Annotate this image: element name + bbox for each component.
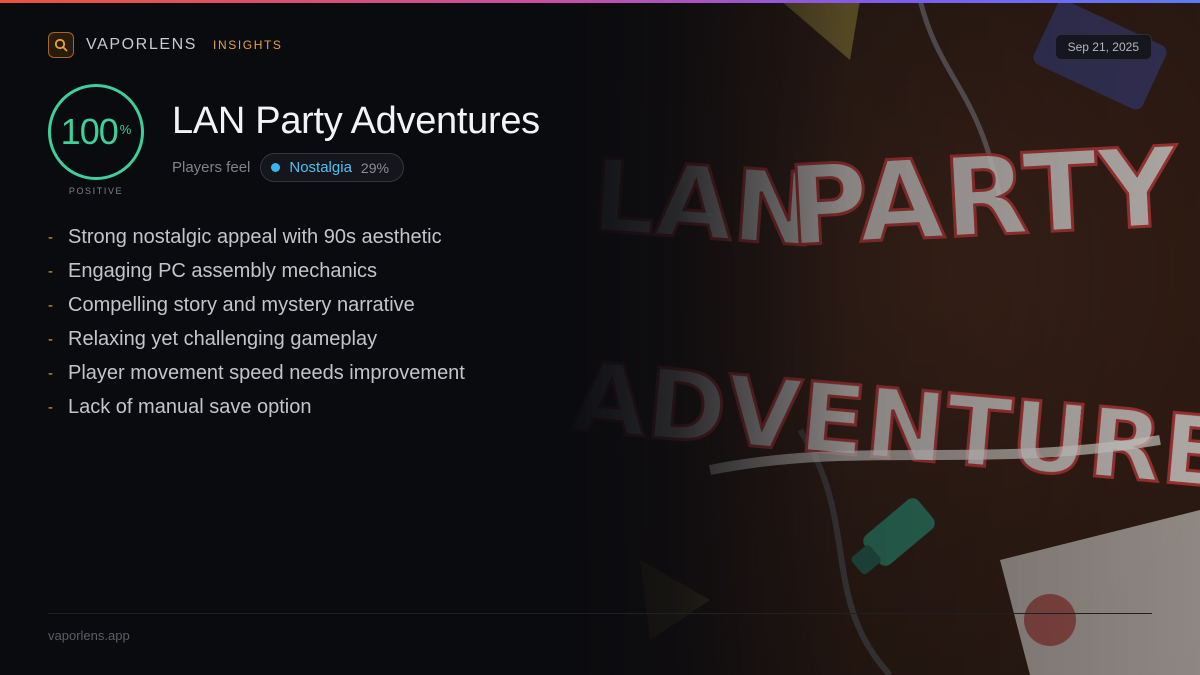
emotion-percent: 29% (360, 159, 389, 176)
score-ring: 100 % (48, 84, 144, 180)
emotion-name: Nostalgia (289, 159, 352, 176)
dash-bullet-icon: - (48, 398, 53, 416)
player-feel-label: Players feel (172, 159, 251, 176)
score-label: POSITIVE (68, 186, 124, 196)
insight-text: Relaxing yet challenging gameplay (68, 327, 378, 350)
art-gradient-overlay (560, 0, 1200, 675)
score-unit: % (119, 121, 132, 137)
insight-text: Compelling story and mystery narrative (68, 293, 415, 316)
list-item: - Strong nostalgic appeal with 90s aesth… (48, 220, 465, 254)
search-icon (48, 32, 74, 58)
accent-strip (0, 0, 1200, 3)
score-gauge: 100 % POSITIVE (48, 84, 144, 196)
insight-text: Player movement speed needs improvement (68, 361, 465, 384)
dash-bullet-icon: - (48, 330, 53, 348)
list-item: - Engaging PC assembly mechanics (48, 254, 465, 288)
date-badge: Sep 21, 2025 (1054, 34, 1152, 60)
emotion-badge: Nostalgia 29% (260, 153, 404, 182)
insight-list: - Strong nostalgic appeal with 90s aesth… (48, 220, 465, 424)
brand-tag: INSIGHTS (213, 38, 283, 52)
dash-bullet-icon: - (48, 296, 53, 314)
footer-url[interactable]: vaporlens.app (48, 628, 130, 643)
score-value: 100 (60, 111, 119, 152)
dash-bullet-icon: - (48, 262, 53, 280)
emotion-dot-icon (271, 163, 281, 172)
insight-text: Strong nostalgic appeal with 90s aesthet… (68, 225, 442, 248)
list-item: - Lack of manual save option (48, 390, 465, 424)
list-item: - Player movement speed needs improvemen… (48, 356, 465, 390)
insight-card: LAN PARTY ADVENTURES VAPORLENS INSIGHTS … (0, 0, 1200, 675)
game-title: LAN Party Adventures (172, 100, 540, 142)
brand-name: VAPORLENS (86, 36, 198, 53)
footer-divider (48, 613, 1152, 614)
dash-bullet-icon: - (48, 364, 53, 382)
list-item: - Compelling story and mystery narrative (48, 288, 465, 322)
player-feel-row: Players feel Nostalgia 29% (172, 153, 404, 182)
insight-text: Lack of manual save option (68, 395, 312, 418)
brand-header: VAPORLENS INSIGHTS (48, 32, 283, 58)
insight-text: Engaging PC assembly mechanics (68, 259, 378, 282)
list-item: - Relaxing yet challenging gameplay (48, 322, 465, 356)
dash-bullet-icon: - (48, 228, 53, 246)
